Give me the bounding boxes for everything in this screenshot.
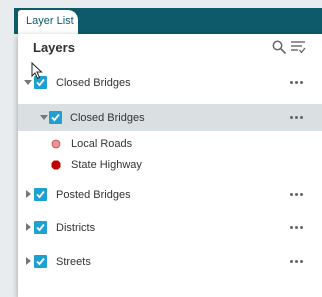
- legend-circle-icon: [51, 139, 61, 149]
- layer-row-streets[interactable]: Streets: [18, 249, 322, 275]
- caret-down-icon[interactable]: [40, 113, 48, 121]
- caret-right-icon[interactable]: [24, 190, 32, 198]
- more-options-icon[interactable]: [288, 116, 308, 122]
- legend-label: State Highway: [71, 159, 142, 171]
- filter-list-icon[interactable]: [290, 40, 306, 54]
- layer-label: Districts: [56, 222, 96, 234]
- layer-checkbox[interactable]: [34, 221, 47, 234]
- layer-checkbox[interactable]: [49, 111, 62, 124]
- layer-row-closed-bridges-group[interactable]: Closed Bridges: [18, 70, 322, 96]
- layer-label: Closed Bridges: [56, 77, 131, 89]
- checkmark-icon: [51, 113, 60, 122]
- panel-title: Layers: [33, 40, 75, 55]
- layer-checkbox[interactable]: [34, 188, 47, 201]
- layer-label: Posted Bridges: [56, 189, 131, 201]
- legend-label: Local Roads: [71, 138, 133, 150]
- layer-label: Closed Bridges: [70, 112, 145, 124]
- more-options-icon[interactable]: [288, 193, 308, 199]
- checkmark-icon: [36, 190, 45, 199]
- caret-right-icon[interactable]: [24, 257, 32, 265]
- caret-right-icon[interactable]: [24, 223, 32, 231]
- search-icon[interactable]: [272, 40, 286, 54]
- layer-list-tab[interactable]: Layer List: [18, 10, 78, 34]
- checkmark-icon: [36, 257, 45, 266]
- layer-row-districts[interactable]: Districts: [18, 215, 322, 241]
- more-options-icon[interactable]: [288, 260, 308, 266]
- layer-checkbox[interactable]: [34, 255, 47, 268]
- more-options-icon[interactable]: [288, 81, 308, 87]
- mouse-cursor-icon: [31, 62, 43, 80]
- legend-octagon-icon: [51, 160, 61, 170]
- checkmark-icon: [36, 223, 45, 232]
- layer-row-posted-bridges[interactable]: Posted Bridges: [18, 182, 322, 208]
- more-options-icon[interactable]: [288, 226, 308, 232]
- layer-row-closed-bridges-sublayer[interactable]: Closed Bridges: [18, 104, 322, 131]
- layer-list-panel: Layers Closed Bridges Closed Bridges Loc…: [18, 34, 322, 297]
- layer-label: Streets: [56, 256, 91, 268]
